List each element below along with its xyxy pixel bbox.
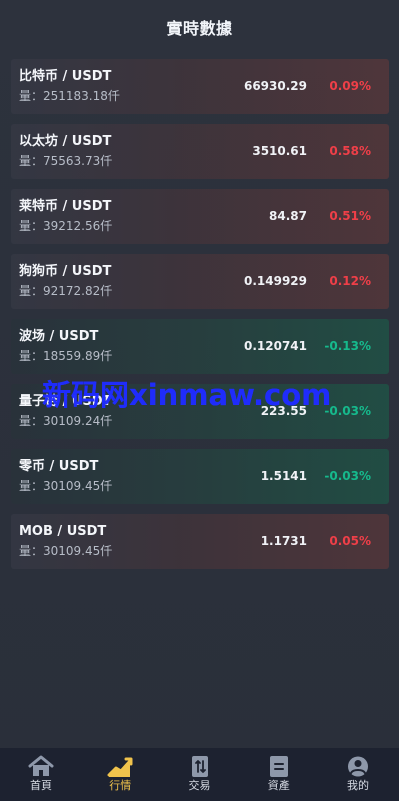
home-icon xyxy=(28,755,54,776)
trading-pair: 狗狗币 / USDT xyxy=(19,264,112,279)
market-app: 實時數據 比特币 / USDT 量：251183.18仟 66930.29 0.… xyxy=(0,0,399,801)
market-list: 比特币 / USDT 量：251183.18仟 66930.29 0.09% 以… xyxy=(11,59,389,579)
tab-label: 我的 xyxy=(347,779,369,792)
market-row-eth[interactable]: 以太坊 / USDT 量：75563.73仟 3510.61 0.58% xyxy=(11,124,389,179)
current-price: 3510.61 xyxy=(252,144,307,158)
tab-assets[interactable]: 資產 xyxy=(240,755,318,801)
trading-pair: 以太坊 / USDT xyxy=(19,134,112,149)
page-title: 實時數據 xyxy=(166,19,233,38)
tab-label: 首頁 xyxy=(30,779,52,792)
current-price: 0.120741 xyxy=(243,339,307,353)
tab-trade[interactable]: 交易 xyxy=(161,755,239,801)
market-info: 以太坊 / USDT 量：75563.73仟 xyxy=(19,133,112,170)
market-row-zec[interactable]: 零币 / USDT 量：30109.45仟 1.5141 -0.03% xyxy=(11,449,389,504)
tab-home[interactable]: 首頁 xyxy=(2,755,80,801)
trading-volume: 量：251183.18仟 xyxy=(19,89,120,103)
trading-pair: 莱特币 / USDT xyxy=(19,199,112,214)
price-change: 0.51% xyxy=(329,209,371,223)
trade-icon xyxy=(191,756,208,777)
market-chart-icon xyxy=(107,757,133,777)
trading-volume: 量：30109.45仟 xyxy=(19,544,113,558)
bottom-navigation: 首頁 行情 交易 資產 我的 xyxy=(0,748,399,801)
trading-volume: 量：30109.24仟 xyxy=(19,414,113,428)
tab-profile[interactable]: 我的 xyxy=(319,755,397,801)
market-row-trx[interactable]: 波场 / USDT 量：18559.89仟 0.120741 -0.13% xyxy=(11,319,389,374)
trading-volume: 量：39212.56仟 xyxy=(19,219,113,233)
price-change: 0.58% xyxy=(329,144,371,158)
market-info: 零币 / USDT 量：30109.45仟 xyxy=(19,458,112,495)
trading-pair: 零币 / USDT xyxy=(19,459,99,474)
current-price: 0.149929 xyxy=(243,274,307,288)
tab-label: 資產 xyxy=(267,779,290,792)
market-row-doge[interactable]: 狗狗币 / USDT 量：92172.82仟 0.149929 0.12% xyxy=(11,254,389,309)
market-info: 莱特币 / USDT 量：39212.56仟 xyxy=(19,198,112,235)
assets-icon xyxy=(269,756,288,777)
market-info: MOB / USDT 量：30109.45仟 xyxy=(19,523,112,560)
tab-market[interactable]: 行情 xyxy=(81,755,159,801)
trading-volume: 量：75563.73仟 xyxy=(19,154,113,168)
profile-icon xyxy=(348,756,368,777)
trading-pair: MOB / USDT xyxy=(19,524,107,539)
page-header: 實時數據 xyxy=(0,0,399,54)
trading-pair: 比特币 / USDT xyxy=(19,69,112,84)
price-change: -0.03% xyxy=(324,469,371,483)
tab-label: 行情 xyxy=(109,779,132,792)
market-info: 波场 / USDT 量：18559.89仟 xyxy=(19,328,112,365)
market-info: 狗狗币 / USDT 量：92172.82仟 xyxy=(19,263,112,300)
price-change: 0.05% xyxy=(329,534,371,548)
trading-volume: 量：30109.45仟 xyxy=(19,479,113,493)
tab-label: 交易 xyxy=(188,779,211,792)
price-change: 0.09% xyxy=(329,79,371,93)
market-row-btc[interactable]: 比特币 / USDT 量：251183.18仟 66930.29 0.09% xyxy=(11,59,389,114)
trading-pair: 波场 / USDT xyxy=(19,329,99,344)
market-info: 比特币 / USDT 量：251183.18仟 xyxy=(19,68,120,105)
market-row-mob[interactable]: MOB / USDT 量：30109.45仟 1.1731 0.05% xyxy=(11,514,389,569)
price-change: -0.13% xyxy=(324,339,371,353)
market-row-ltc[interactable]: 莱特币 / USDT 量：39212.56仟 84.87 0.51% xyxy=(11,189,389,244)
current-price: 66930.29 xyxy=(243,79,307,93)
watermark-text: 新码网xinmaw.com xyxy=(42,378,332,412)
current-price: 1.1731 xyxy=(260,534,307,548)
trading-volume: 量：92172.82仟 xyxy=(19,284,113,298)
trading-volume: 量：18559.89仟 xyxy=(19,349,113,363)
current-price: 84.87 xyxy=(269,209,307,223)
current-price: 1.5141 xyxy=(260,469,307,483)
price-change: 0.12% xyxy=(329,274,371,288)
